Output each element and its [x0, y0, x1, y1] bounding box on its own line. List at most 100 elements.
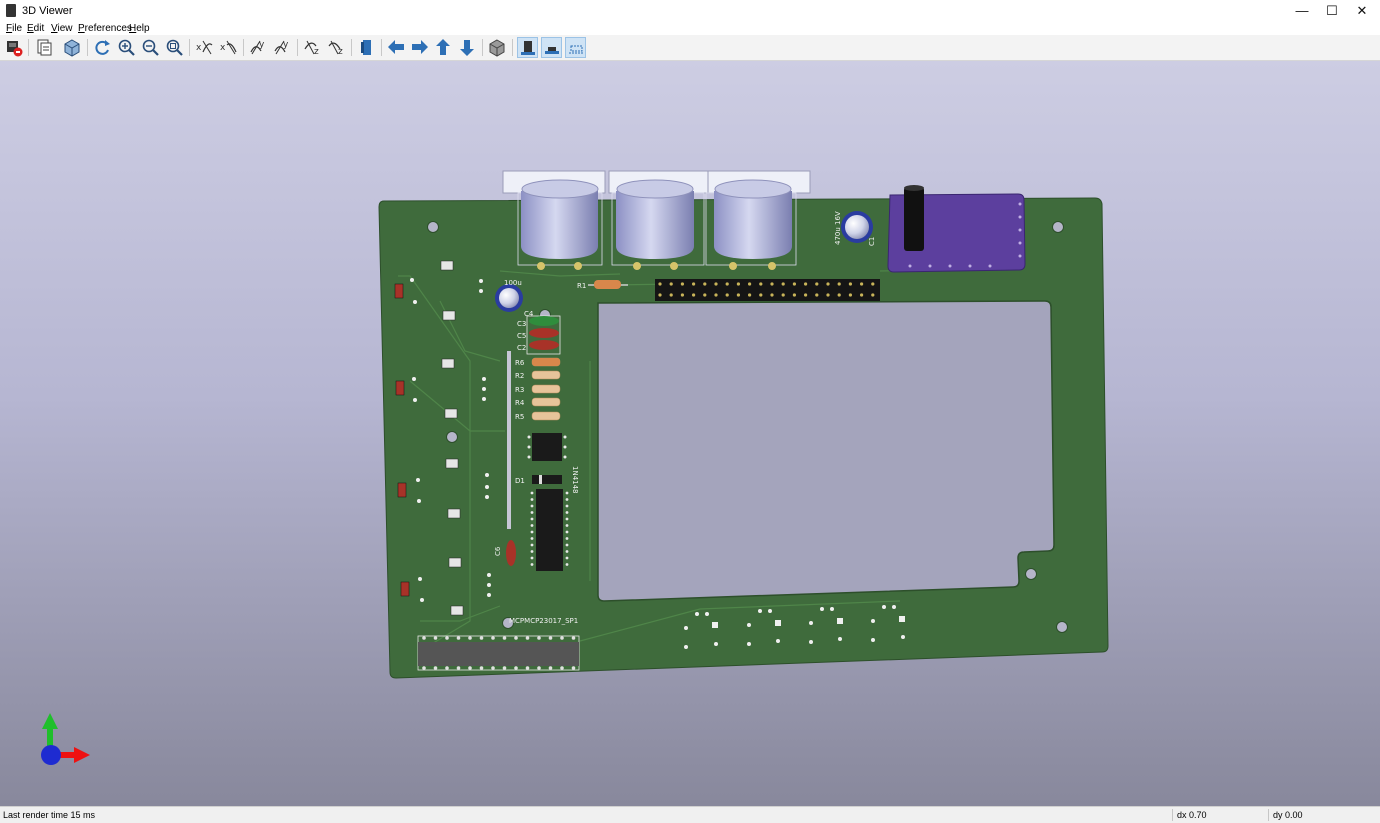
- svg-text:z: z: [314, 47, 319, 57]
- show-tht-icon[interactable]: [541, 37, 562, 58]
- 3d-viewport[interactable]: 470u 16V C1 100u R1 C4 C3 C5 C2 R6 R2 R3…: [0, 61, 1380, 806]
- dx-readout: dx 0.70: [1177, 810, 1207, 820]
- pin-pad: [537, 636, 541, 640]
- menu-file[interactable]: File: [6, 22, 22, 35]
- rotate-z-ccw-icon[interactable]: z: [326, 37, 347, 58]
- svg-text:C5: C5: [517, 332, 526, 340]
- maximize-button[interactable]: ☐: [1317, 0, 1347, 22]
- rotate-x-cw-icon[interactable]: x: [194, 37, 215, 58]
- pin-pad: [692, 282, 696, 286]
- svg-text:MCPMCP23017_SP1: MCPMCP23017_SP1: [509, 617, 578, 625]
- reload-icon[interactable]: [92, 37, 113, 58]
- show-smd-icon[interactable]: [517, 37, 538, 58]
- svg-text:R4: R4: [515, 399, 525, 407]
- copy-to-clipboard-icon[interactable]: [33, 37, 54, 58]
- move-right-icon[interactable]: [409, 37, 430, 58]
- pin-pad: [530, 550, 534, 553]
- pin-pad: [530, 524, 534, 527]
- pin-pad: [565, 498, 569, 501]
- pin-pad: [871, 293, 875, 297]
- render-mode-icon[interactable]: [62, 37, 83, 58]
- menu-edit[interactable]: Edit: [27, 22, 44, 35]
- pin-pad: [433, 636, 438, 640]
- pin-pad: [703, 282, 707, 286]
- pin-pad: [848, 282, 853, 286]
- pin-pad: [714, 282, 718, 286]
- show-virtual-icon[interactable]: [565, 37, 586, 58]
- pin-pad: [560, 636, 564, 640]
- pin-pad: [560, 666, 564, 670]
- svg-text:R3: R3: [515, 386, 524, 394]
- pin-pad: [502, 666, 507, 670]
- pin-pad: [669, 282, 673, 286]
- pin-pad: [479, 636, 484, 640]
- app-icon: [6, 4, 16, 17]
- midi-connector-1: [502, 170, 606, 270]
- pin-pad: [445, 636, 449, 640]
- pin-pad: [680, 282, 685, 286]
- zoom-out-icon[interactable]: [140, 37, 161, 58]
- pin-pad: [658, 293, 662, 297]
- move-left-icon[interactable]: [386, 37, 407, 58]
- power-jack-module: [887, 185, 1026, 273]
- pin-pad: [530, 504, 534, 508]
- main-ic-dip: [530, 489, 569, 571]
- flip-board-icon[interactable]: [356, 37, 377, 58]
- svg-text:C1: C1: [868, 237, 876, 246]
- pin-pad: [456, 636, 461, 640]
- rotate-z-cw-icon[interactable]: z: [302, 37, 323, 58]
- svg-text:1N4148: 1N4148: [571, 466, 579, 494]
- pin-pad: [491, 666, 495, 670]
- close-button[interactable]: ✕: [1347, 0, 1377, 22]
- pin-pad: [530, 517, 534, 521]
- svg-text:x: x: [220, 43, 226, 53]
- pin-pad: [725, 293, 729, 297]
- pin-pad: [530, 543, 534, 547]
- zoom-in-icon[interactable]: [116, 37, 137, 58]
- optocoupler-ic: [527, 433, 567, 461]
- svg-text:R6: R6: [515, 359, 525, 367]
- svg-text:x: x: [196, 43, 202, 53]
- pin-header: [655, 279, 880, 301]
- pin-pad: [530, 537, 534, 540]
- pin-pad: [456, 666, 461, 670]
- menu-help[interactable]: Help: [129, 22, 150, 35]
- menu-preferences[interactable]: Preferences: [78, 22, 132, 35]
- svg-text:C4: C4: [524, 310, 534, 318]
- pin-pad: [525, 666, 530, 670]
- pin-pad: [837, 293, 841, 297]
- status-bar: Last render time 15 ms dx 0.70 dy 0.00: [0, 806, 1380, 823]
- pin-pad: [748, 282, 752, 286]
- svg-text:C3: C3: [517, 320, 526, 328]
- pin-pad: [692, 293, 696, 297]
- svg-text:470u 16V: 470u 16V: [834, 211, 842, 245]
- pin-pad: [445, 666, 449, 670]
- pin-pad: [502, 636, 507, 640]
- rotate-y-cw-icon[interactable]: y: [248, 37, 269, 58]
- svg-text:z: z: [338, 47, 343, 57]
- pin-pad: [530, 530, 534, 534]
- export-image-icon[interactable]: [3, 37, 24, 58]
- pin-pad: [770, 282, 774, 286]
- orthographic-icon[interactable]: [487, 37, 508, 58]
- pin-pad: [565, 511, 569, 514]
- rotate-x-ccw-icon[interactable]: x: [218, 37, 239, 58]
- minimize-button[interactable]: —: [1287, 0, 1317, 22]
- pin-pad: [714, 293, 718, 297]
- pin-pad: [565, 530, 569, 534]
- pin-pad: [792, 282, 797, 286]
- move-up-icon[interactable]: [433, 37, 454, 58]
- svg-text:C2: C2: [517, 344, 526, 352]
- menu-view[interactable]: View: [51, 22, 73, 35]
- slot-bar: [507, 351, 511, 529]
- pin-pad: [770, 293, 774, 297]
- pin-pad: [837, 282, 841, 286]
- pin-pad: [792, 293, 797, 297]
- zoom-fit-icon[interactable]: [164, 37, 185, 58]
- window-title: 3D Viewer: [22, 5, 73, 17]
- svg-text:100u: 100u: [504, 279, 522, 287]
- pin-pad: [725, 282, 729, 286]
- rotate-y-ccw-icon[interactable]: y: [272, 37, 293, 58]
- move-down-icon[interactable]: [457, 37, 478, 58]
- pin-pad: [815, 282, 819, 286]
